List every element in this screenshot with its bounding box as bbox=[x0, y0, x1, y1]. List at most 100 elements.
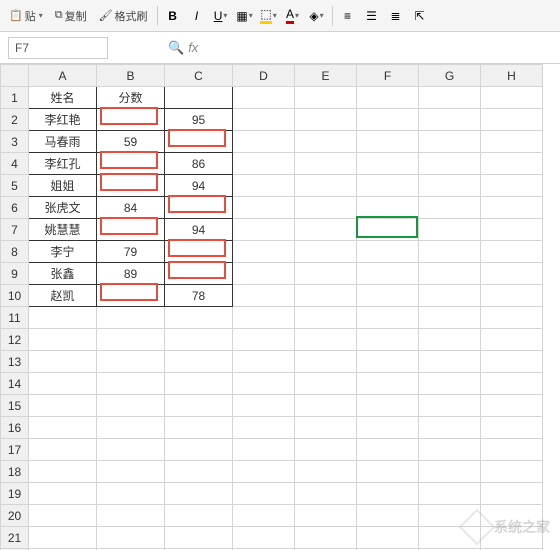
cell-E12[interactable] bbox=[295, 329, 357, 351]
cell-F16[interactable] bbox=[357, 417, 419, 439]
align-right-button[interactable]: ≣ bbox=[385, 5, 407, 27]
cell-F1[interactable] bbox=[357, 87, 419, 109]
cell-A6[interactable]: 张虎文 bbox=[29, 197, 97, 219]
cell-H18[interactable] bbox=[481, 461, 543, 483]
cell-G7[interactable] bbox=[419, 219, 481, 241]
cell-D3[interactable] bbox=[233, 131, 295, 153]
cell-H6[interactable] bbox=[481, 197, 543, 219]
cell-B18[interactable] bbox=[97, 461, 165, 483]
row-header-8[interactable]: 8 bbox=[1, 241, 29, 263]
row-header-2[interactable]: 2 bbox=[1, 109, 29, 131]
cell-A11[interactable] bbox=[29, 307, 97, 329]
font-color-button[interactable]: A▾ bbox=[282, 5, 304, 27]
cell-A21[interactable] bbox=[29, 527, 97, 549]
cell-D9[interactable] bbox=[233, 263, 295, 285]
cell-B14[interactable] bbox=[97, 373, 165, 395]
cell-B4[interactable] bbox=[97, 153, 165, 175]
cell-B11[interactable] bbox=[97, 307, 165, 329]
row-header-6[interactable]: 6 bbox=[1, 197, 29, 219]
format-painter-button[interactable]: 🖌 格式刷 bbox=[94, 4, 153, 28]
cell-B1[interactable]: 分数 bbox=[97, 87, 165, 109]
cell-B15[interactable] bbox=[97, 395, 165, 417]
copy-button[interactable]: ⧉ 复制 bbox=[50, 4, 92, 28]
cell-A5[interactable]: 姐姐 bbox=[29, 175, 97, 197]
cell-A16[interactable] bbox=[29, 417, 97, 439]
cell-G11[interactable] bbox=[419, 307, 481, 329]
fx-label[interactable]: 🔍 fx bbox=[168, 40, 198, 56]
cell-B12[interactable] bbox=[97, 329, 165, 351]
row-header-7[interactable]: 7 bbox=[1, 219, 29, 241]
cell-F6[interactable] bbox=[357, 197, 419, 219]
cell-F8[interactable] bbox=[357, 241, 419, 263]
cell-B5[interactable] bbox=[97, 175, 165, 197]
cell-D17[interactable] bbox=[233, 439, 295, 461]
cell-F3[interactable] bbox=[357, 131, 419, 153]
cell-F11[interactable] bbox=[357, 307, 419, 329]
cell-D21[interactable] bbox=[233, 527, 295, 549]
cell-H4[interactable] bbox=[481, 153, 543, 175]
cell-F19[interactable] bbox=[357, 483, 419, 505]
fill-color-button[interactable]: ⬚▾ bbox=[258, 5, 280, 27]
cell-G1[interactable] bbox=[419, 87, 481, 109]
cell-A1[interactable]: 姓名 bbox=[29, 87, 97, 109]
spreadsheet-grid[interactable]: ABCDEFGH1姓名分数2李红艳953马春雨594李红孔865姐姐946张虎文… bbox=[0, 64, 560, 550]
cell-D13[interactable] bbox=[233, 351, 295, 373]
cell-E21[interactable] bbox=[295, 527, 357, 549]
row-header-16[interactable]: 16 bbox=[1, 417, 29, 439]
cell-D14[interactable] bbox=[233, 373, 295, 395]
cell-C12[interactable] bbox=[165, 329, 233, 351]
cell-D10[interactable] bbox=[233, 285, 295, 307]
cell-C20[interactable] bbox=[165, 505, 233, 527]
cell-E18[interactable] bbox=[295, 461, 357, 483]
cell-C11[interactable] bbox=[165, 307, 233, 329]
cell-F12[interactable] bbox=[357, 329, 419, 351]
cell-A9[interactable]: 张鑫 bbox=[29, 263, 97, 285]
cell-A13[interactable] bbox=[29, 351, 97, 373]
column-header-A[interactable]: A bbox=[29, 65, 97, 87]
row-header-12[interactable]: 12 bbox=[1, 329, 29, 351]
paste-button[interactable]: 📋 贴 ▾ bbox=[4, 4, 48, 28]
cell-A15[interactable] bbox=[29, 395, 97, 417]
cell-D2[interactable] bbox=[233, 109, 295, 131]
cell-E11[interactable] bbox=[295, 307, 357, 329]
cell-F5[interactable] bbox=[357, 175, 419, 197]
cell-F15[interactable] bbox=[357, 395, 419, 417]
cell-C21[interactable] bbox=[165, 527, 233, 549]
cell-E16[interactable] bbox=[295, 417, 357, 439]
row-header-18[interactable]: 18 bbox=[1, 461, 29, 483]
cell-C1[interactable] bbox=[165, 87, 233, 109]
cell-C10[interactable]: 78 bbox=[165, 285, 233, 307]
select-all-corner[interactable] bbox=[1, 65, 29, 87]
cell-H15[interactable] bbox=[481, 395, 543, 417]
cell-C2[interactable]: 95 bbox=[165, 109, 233, 131]
cell-C19[interactable] bbox=[165, 483, 233, 505]
align-center-button[interactable]: ☰ bbox=[361, 5, 383, 27]
cell-H7[interactable] bbox=[481, 219, 543, 241]
cell-A18[interactable] bbox=[29, 461, 97, 483]
cell-G6[interactable] bbox=[419, 197, 481, 219]
cell-E14[interactable] bbox=[295, 373, 357, 395]
row-header-14[interactable]: 14 bbox=[1, 373, 29, 395]
cell-G18[interactable] bbox=[419, 461, 481, 483]
bold-button[interactable]: B bbox=[162, 5, 184, 27]
cell-B3[interactable]: 59 bbox=[97, 131, 165, 153]
cell-B7[interactable] bbox=[97, 219, 165, 241]
cell-H3[interactable] bbox=[481, 131, 543, 153]
cell-E9[interactable] bbox=[295, 263, 357, 285]
cell-B20[interactable] bbox=[97, 505, 165, 527]
cell-G2[interactable] bbox=[419, 109, 481, 131]
cell-B21[interactable] bbox=[97, 527, 165, 549]
column-header-D[interactable]: D bbox=[233, 65, 295, 87]
cell-D8[interactable] bbox=[233, 241, 295, 263]
cell-A14[interactable] bbox=[29, 373, 97, 395]
cell-D16[interactable] bbox=[233, 417, 295, 439]
row-header-3[interactable]: 3 bbox=[1, 131, 29, 153]
cell-E10[interactable] bbox=[295, 285, 357, 307]
cell-B16[interactable] bbox=[97, 417, 165, 439]
cell-G17[interactable] bbox=[419, 439, 481, 461]
cell-B9[interactable]: 89 bbox=[97, 263, 165, 285]
cell-C7[interactable]: 94 bbox=[165, 219, 233, 241]
cell-D7[interactable] bbox=[233, 219, 295, 241]
cell-H16[interactable] bbox=[481, 417, 543, 439]
row-header-1[interactable]: 1 bbox=[1, 87, 29, 109]
